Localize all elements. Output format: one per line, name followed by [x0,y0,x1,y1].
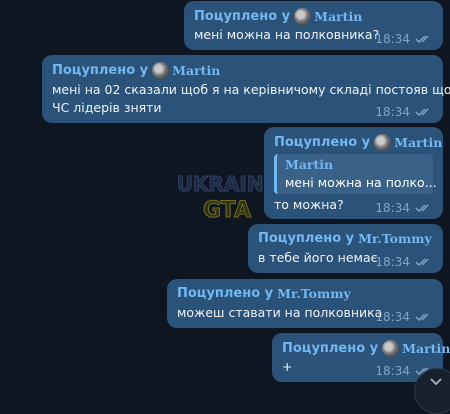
forward-sender-name[interactable]: Mr.Tommy [277,286,351,301]
double-check-icon [415,258,429,267]
forward-prefix: Поцуплено у [282,341,379,356]
double-check-icon [415,35,429,44]
message-meta: 18:34 [375,255,433,269]
avatar [382,340,400,357]
message-text: в тебе його немає [258,250,378,265]
chevron-down-icon [430,378,442,386]
avatar [294,8,312,25]
message-text-line: мені на 02 сказали щоб я на керівничому … [52,82,450,97]
double-check-icon [415,313,429,322]
forward-prefix: Поцуплено у [258,231,355,246]
forward-header: Поцуплено у Martin [282,340,450,357]
message-bubble[interactable]: Поцуплено у Martin + 18:34 [272,333,450,382]
avatar [152,62,170,79]
message-bubble[interactable]: Поцуплено у Mr.Tommy в тебе його немає 1… [248,224,443,273]
message-bubble[interactable]: Поцуплено у Martin мені можна на полковн… [184,1,443,50]
forward-sender-name[interactable]: Mr.Tommy [358,231,432,246]
message-time: 18:34 [375,310,410,324]
double-check-icon [415,204,429,213]
reply-quote[interactable]: Martin мені можна на полко... [274,154,437,194]
message-bubble[interactable]: Поцуплено у Martin мені на 02 сказали що… [42,55,450,123]
message-meta: 18:34 [375,32,433,46]
forward-sender-name[interactable]: Martin [172,63,220,78]
message-meta: 18:34 [375,310,433,324]
message-bubble[interactable]: Поцуплено у Martin Martin мені можна на … [264,127,443,219]
message-text: мені можна на полковника? [194,27,380,42]
forward-prefix: Поцуплено у [177,286,274,301]
forward-header: Поцуплено у Mr.Tommy [177,286,351,301]
watermark-line2: GTA [203,198,251,223]
reply-text: мені можна на полко... [285,175,437,190]
forward-prefix: Поцуплено у [274,135,371,150]
double-check-icon [415,108,429,117]
message-bubble[interactable]: Поцуплено у Mr.Tommy можеш ставати на по… [167,279,443,328]
forward-prefix: Поцуплено у [194,9,291,24]
message-text: + [282,359,293,374]
forward-prefix: Поцуплено у [52,63,149,78]
message-time: 18:34 [375,364,410,378]
message-time: 18:34 [375,105,410,119]
forward-sender-name[interactable]: Martin [402,341,450,356]
forward-sender-name[interactable]: Martin [394,135,442,150]
message-text-line: ЧС лідерів зняти [52,100,162,115]
message-time: 18:34 [375,32,410,46]
forward-header: Поцуплено у Martin [274,134,442,151]
forward-header: Поцуплено у Martin [194,8,362,25]
message-meta: 18:34 [375,201,433,215]
message-time: 18:34 [375,201,410,215]
forward-header: Поцуплено у Martin [52,62,220,79]
reply-sender-name: Martin [285,157,334,172]
message-text: то можна? [274,197,344,212]
scroll-down-button[interactable] [414,368,450,414]
message-meta: 18:34 [375,105,433,119]
watermark-line1: UKRAINE [177,172,277,196]
message-text: можеш ставати на полковника [177,305,383,320]
forward-sender-name[interactable]: Martin [314,9,362,24]
message-time: 18:34 [375,255,410,269]
forward-header: Поцуплено у Mr.Tommy [258,231,432,246]
avatar [374,134,392,151]
